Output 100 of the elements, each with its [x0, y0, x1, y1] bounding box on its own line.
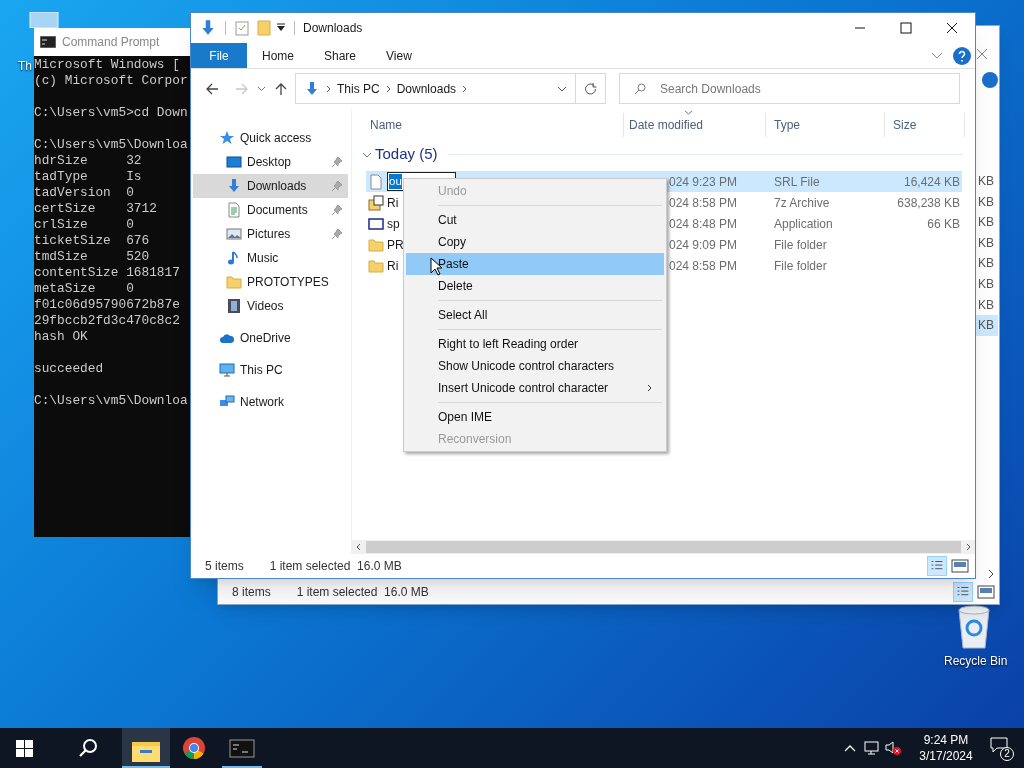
monitor-icon: [226, 154, 242, 170]
column-header[interactable]: Date modified: [624, 113, 766, 137]
up-arrow-icon[interactable]: [274, 81, 288, 96]
date-modified: 024 8:58 PM: [669, 195, 738, 210]
search-icon[interactable]: [78, 738, 98, 758]
nav-item[interactable]: OneDrive: [193, 326, 348, 350]
dropdown-icon[interactable]: [557, 85, 567, 92]
refresh-icon[interactable]: [584, 82, 597, 95]
menu-item[interactable]: Select All: [406, 304, 664, 326]
recent-locations-icon[interactable]: [257, 85, 266, 92]
file-name: sp: [387, 215, 400, 233]
window-title: Command Prompt: [62, 34, 160, 51]
file-type: File folder: [774, 258, 827, 273]
column-header[interactable]: Type: [766, 113, 885, 137]
console-line: f01c06d95790672b87e: [34, 297, 181, 313]
nav-label: Music: [247, 250, 279, 267]
windows-logo-icon[interactable]: [16, 739, 33, 757]
console-line: Microsoft Windows [: [34, 57, 181, 73]
nav-item[interactable]: Documents: [193, 198, 348, 222]
menu-item[interactable]: Cut: [406, 209, 664, 231]
console-line: tadType Is: [34, 169, 143, 185]
computer-icon: [219, 362, 235, 378]
nav-item[interactable]: PROTOTYPES: [193, 270, 348, 294]
chevron-right-icon[interactable]: [462, 84, 468, 93]
breadcrumb[interactable]: Downloads: [396, 79, 457, 98]
menu-item[interactable]: Insert Unicode control character: [406, 377, 664, 399]
nav-item[interactable]: Pictures: [193, 222, 348, 246]
help-icon[interactable]: [982, 72, 998, 88]
nav-item[interactable]: Videos: [193, 294, 348, 318]
scrollbar-thumb[interactable]: [366, 541, 961, 553]
details-view-icon[interactable]: [953, 582, 973, 602]
nav-item[interactable]: This PC: [193, 358, 348, 382]
file-name: Ri: [387, 194, 399, 212]
menu-item[interactable]: Paste: [406, 253, 664, 275]
nav-item[interactable]: Network: [193, 390, 348, 414]
file-size: KB: [977, 234, 995, 252]
nav-label: Quick access: [240, 130, 312, 147]
clock[interactable]: 9:24 PM 3/17/2024: [910, 732, 982, 764]
group-header[interactable]: Today (5): [375, 143, 438, 166]
nav-item[interactable]: Desktop: [193, 150, 348, 174]
nav-item[interactable]: Quick access: [193, 126, 348, 150]
menu-item[interactable]: Copy: [406, 231, 664, 253]
expand-ribbon-icon[interactable]: [931, 52, 943, 60]
date-modified: 024 8:58 PM: [669, 258, 738, 273]
download-arrow-icon: [226, 178, 242, 194]
file-size: KB: [977, 173, 995, 190]
help-icon[interactable]: [953, 47, 971, 65]
ribbon-tab[interactable]: Share: [309, 43, 372, 68]
file-size: KB: [976, 315, 998, 336]
status-selection: 1 item selected 16.0 MB: [296, 584, 429, 601]
nav-label: PROTOTYPES: [247, 274, 329, 291]
menu-item[interactable]: Open IME: [406, 406, 664, 428]
folder-icon[interactable]: [122, 728, 170, 768]
caret-up-icon[interactable]: [844, 744, 856, 752]
scroll-right-icon[interactable]: [987, 569, 995, 579]
menu-item[interactable]: Delete: [406, 275, 664, 297]
console-line: ticketSize 676: [34, 233, 151, 249]
ribbon-tab[interactable]: Home: [247, 43, 309, 68]
details-view-icon[interactable]: [927, 556, 947, 576]
back-arrow-icon[interactable]: [205, 81, 219, 96]
chevron-right-icon[interactable]: [326, 84, 331, 93]
search-icon: [634, 83, 646, 95]
nav-label: Videos: [247, 298, 284, 315]
archive-icon: [368, 194, 384, 211]
console-line: succeeded: [34, 361, 105, 377]
dropdown-icon[interactable]: [276, 23, 286, 33]
speaker-muted-icon[interactable]: [884, 740, 902, 756]
download-arrow-icon: [304, 80, 320, 97]
nav-item[interactable]: Music: [193, 246, 348, 270]
thumbnail-view-icon[interactable]: [977, 585, 995, 599]
status-selection: 1 item selected 16.0 MB: [269, 558, 402, 575]
nav-label: This PC: [240, 362, 283, 379]
nav-label: Pictures: [247, 226, 291, 243]
ribbon-tab[interactable]: View: [371, 43, 427, 68]
network-icon[interactable]: [864, 740, 880, 756]
close-icon[interactable]: [977, 49, 987, 59]
chevron-right-icon[interactable]: [385, 84, 391, 93]
star-icon: [219, 130, 235, 146]
nav-item[interactable]: Downloads: [193, 174, 348, 198]
address-bar[interactable]: This PC Downloads: [295, 73, 576, 104]
file-size: 638,238 KB: [897, 195, 960, 210]
notification-badge: 2: [1000, 747, 1014, 761]
document-icon: [226, 202, 242, 218]
menu-item[interactable]: Right to left Reading order: [406, 333, 664, 355]
folder-icon: [368, 257, 384, 274]
console-line: tmdSize 520: [34, 249, 151, 265]
breadcrumb[interactable]: This PC: [337, 79, 380, 98]
date-modified: 024 9:09 PM: [669, 237, 738, 252]
search-field[interactable]: Search Downloads: [619, 73, 960, 104]
desktop-icon-label[interactable]: Recycle Bin: [944, 652, 1008, 670]
menu-item[interactable]: Show Unicode control characters: [406, 355, 664, 377]
console-line: C:\Users\vm5\Downloa: [34, 393, 189, 409]
nav-label: OneDrive: [240, 330, 291, 347]
console-line: 29fbccb2fd3c470c8c2: [34, 313, 181, 329]
column-header[interactable]: Size: [885, 113, 965, 137]
console-line: contentSize 1681817: [34, 265, 181, 281]
file-type: SRL File: [774, 174, 820, 189]
column-header[interactable]: Name: [360, 113, 624, 137]
film-icon: [226, 298, 242, 314]
thumbnail-view-icon[interactable]: [951, 559, 969, 573]
